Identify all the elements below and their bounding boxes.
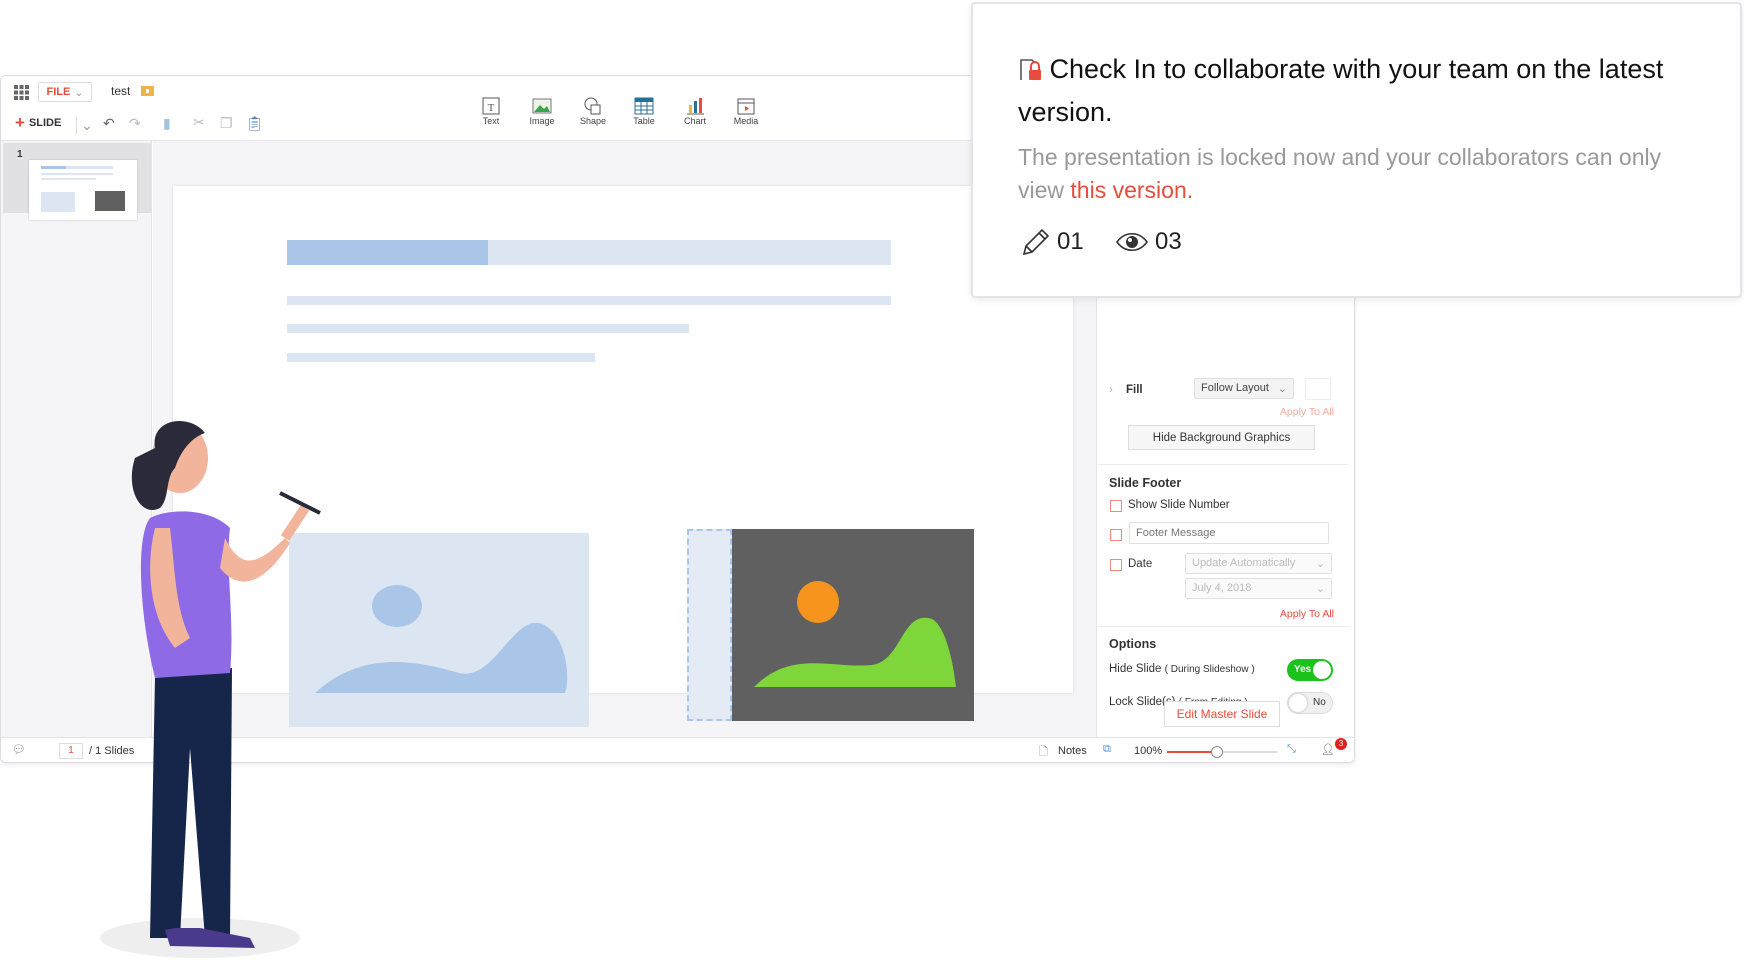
title-highlight <box>287 240 488 265</box>
footer-message-input[interactable] <box>1129 522 1329 544</box>
notes-button[interactable]: Notes <box>1058 745 1087 757</box>
slide-thumbnail[interactable] <box>29 160 137 220</box>
date-mode-value: Update Automatically <box>1192 557 1296 569</box>
insert-shape-button[interactable]: Shape <box>570 96 616 126</box>
image-placeholder[interactable] <box>289 533 589 727</box>
fill-value: Follow Layout <box>1201 382 1269 394</box>
plus-icon: + <box>15 113 25 132</box>
toggle-value: Yes <box>1294 664 1312 675</box>
date-value-select[interactable]: July 4, 2018 ⌄ <box>1185 578 1332 599</box>
apply-to-all-fill-link[interactable]: Apply To All <box>1280 406 1334 418</box>
fill-color-picker[interactable] <box>1305 378 1331 400</box>
cut-icon[interactable]: ✂ <box>193 114 205 131</box>
check-in-popup: Check In to collaborate with your team o… <box>971 2 1742 298</box>
pencil-icon <box>1022 228 1049 256</box>
date-mode-select[interactable]: Update Automatically ⌄ <box>1185 553 1332 574</box>
popup-body: The presentation is locked now and your … <box>1018 141 1708 207</box>
lock-slide-toggle[interactable]: No <box>1287 692 1333 714</box>
person-illustration <box>100 421 321 958</box>
format-painter-icon[interactable]: ▮ <box>163 115 171 132</box>
image-selection-handle[interactable] <box>687 529 732 721</box>
insert-label: Media <box>733 116 759 126</box>
insert-image-button[interactable]: Image <box>519 96 565 126</box>
redo-icon[interactable]: ↷ <box>129 115 141 132</box>
editors-value: 01 <box>1057 228 1084 255</box>
fullscreen-icon[interactable]: ⤡ <box>1287 743 1296 756</box>
insert-label: Image <box>529 116 555 126</box>
text-line <box>287 324 689 333</box>
chevron-down-icon: ⌄ <box>74 86 84 99</box>
lock-file-icon <box>1020 59 1041 80</box>
insert-label: Chart <box>683 116 706 126</box>
date-value: July 4, 2018 <box>1192 582 1252 594</box>
comments-icon[interactable]: 💬︎ <box>12 743 26 756</box>
viewers-count: 03 <box>1115 227 1182 257</box>
text-line <box>287 353 595 362</box>
fill-select[interactable]: Follow Layout ⌄ <box>1194 378 1294 399</box>
editors-count: 01 <box>1021 227 1084 257</box>
hide-slide-label: Hide Slide ( During Slideshow ) <box>1109 663 1255 675</box>
text-box-icon: T <box>482 97 500 115</box>
show-slide-number-label: Show Slide Number <box>1128 499 1230 511</box>
document-title[interactable]: test <box>111 84 130 98</box>
insert-label: Shape <box>579 116 607 126</box>
notes-icon[interactable]: 🗋︎ <box>1039 743 1048 762</box>
insert-media-button[interactable]: Media <box>723 96 769 126</box>
apply-to-all-footer-link[interactable]: Apply To All <box>1280 608 1334 620</box>
this-version-link[interactable]: this version. <box>1070 177 1193 203</box>
zoom-level: 100% <box>1134 745 1163 757</box>
insert-table-button[interactable]: Table <box>621 96 667 126</box>
copy-icon[interactable]: ❐ <box>220 115 233 132</box>
folder-icon[interactable] <box>141 85 154 96</box>
footer-message-checkbox[interactable] <box>1110 529 1122 541</box>
hide-slide-toggle[interactable]: Yes <box>1287 659 1333 681</box>
zoom-slider[interactable] <box>1167 746 1277 758</box>
options-heading: Options <box>1109 637 1157 651</box>
edit-master-slide-button[interactable]: Edit Master Slide <box>1164 701 1280 727</box>
shape-icon <box>584 97 601 115</box>
hide-background-graphics-button[interactable]: Hide Background Graphics <box>1128 425 1315 450</box>
collaborators-icon[interactable]: 👤︎ <box>1321 743 1335 756</box>
insert-chart-button[interactable]: Chart <box>672 96 718 126</box>
fill-label: Fill <box>1126 384 1143 396</box>
text-line <box>287 296 891 305</box>
show-slide-number-checkbox[interactable] <box>1110 500 1122 512</box>
label: Hide Slide <box>1109 663 1162 675</box>
popup-title: Check In to collaborate with your team o… <box>1018 48 1708 134</box>
button-label: Edit Master Slide <box>1176 707 1268 721</box>
insert-label: Text <box>482 116 500 126</box>
date-checkbox[interactable] <box>1110 559 1122 571</box>
app-grid-icon[interactable] <box>14 85 29 100</box>
new-slide-button[interactable]: + SLIDE <box>15 113 62 132</box>
file-menu-button[interactable]: FILE ⌄ <box>38 82 92 102</box>
insert-label: Table <box>633 116 655 126</box>
image-icon <box>532 98 552 114</box>
slide-label: SLIDE <box>28 117 62 129</box>
undo-icon[interactable]: ↶ <box>103 115 115 132</box>
thumbnail-number: 1 <box>17 149 23 160</box>
date-label: Date <box>1128 558 1153 570</box>
file-label: FILE <box>46 86 71 98</box>
collaborators-badge: 3 <box>1335 738 1347 750</box>
svg-text:T: T <box>488 102 495 114</box>
slide-options-chevron-icon[interactable]: ⌄ <box>76 117 93 134</box>
image-dark[interactable] <box>732 529 974 721</box>
slide-footer-heading: Slide Footer <box>1109 476 1182 490</box>
fit-slide-icon[interactable]: ⧉ <box>1103 743 1111 756</box>
chevron-right-icon[interactable]: › <box>1109 384 1113 396</box>
table-icon <box>634 97 654 115</box>
popup-title-text: Check In to collaborate with your team o… <box>1018 54 1664 127</box>
toggle-value: No <box>1313 697 1326 708</box>
button-label: Hide Background Graphics <box>1152 431 1291 444</box>
sublabel: ( During Slideshow ) <box>1164 664 1255 675</box>
insert-text-button[interactable]: T Text <box>468 96 514 126</box>
viewers-value: 03 <box>1155 228 1182 255</box>
media-icon <box>737 98 755 115</box>
eye-icon <box>1116 232 1148 252</box>
paste-icon[interactable]: 📋︎ <box>246 115 264 132</box>
chart-icon <box>687 98 704 115</box>
